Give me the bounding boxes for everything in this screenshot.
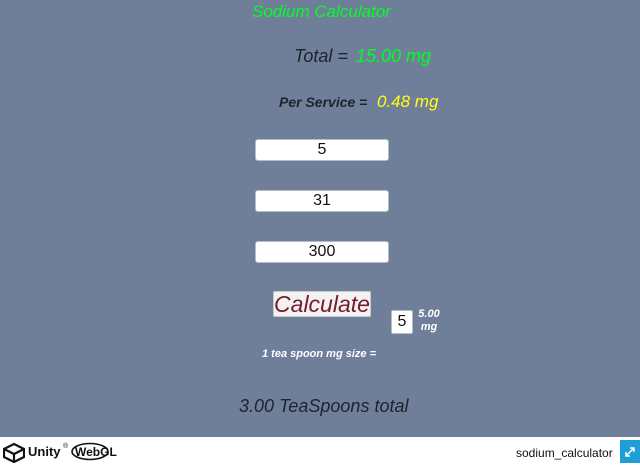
build-name: sodium_calculator [516,446,613,460]
webgl-footer: Unity ® WebGL sodium_calculator [0,437,640,466]
app-title: Sodium Calculator [252,2,391,21]
total-value: 15.00 mg [356,46,432,66]
webgl-logo: WebGL [71,442,117,461]
unity-logo-icon [3,443,25,463]
teaspoon-size-label: 1 tea spoon mg size = [262,348,377,360]
fullscreen-icon [625,447,635,457]
input-field-1[interactable]: 5 [255,139,389,161]
unity-logo-text: Unity [28,444,61,459]
per-service-label: Per Service = [279,94,368,110]
per-service-value: 0.48 mg [377,92,439,111]
unity-trademark: ® [63,443,69,450]
calculate-button[interactable]: Calculate [273,291,371,317]
input-field-3[interactable]: 300 [255,241,389,263]
teaspoon-mg-value-number: 5.00 [418,308,440,320]
teaspoon-mg-value-unit: mg [420,321,438,333]
fullscreen-button[interactable] [620,440,640,463]
teaspoon-mg-input[interactable]: 5 [391,310,413,334]
unity-canvas[interactable]: Sodium Calculator Total = 15.00 mg Per S… [0,0,640,437]
total-label: Total = [294,46,348,66]
teaspoons-result: 3.00 TeaSpoons total [239,396,409,416]
webgl-logo-text: WebGL [75,445,117,459]
input-field-2[interactable]: 31 [255,190,389,212]
teaspoon-mg-value: 5.00 mg [416,308,442,334]
